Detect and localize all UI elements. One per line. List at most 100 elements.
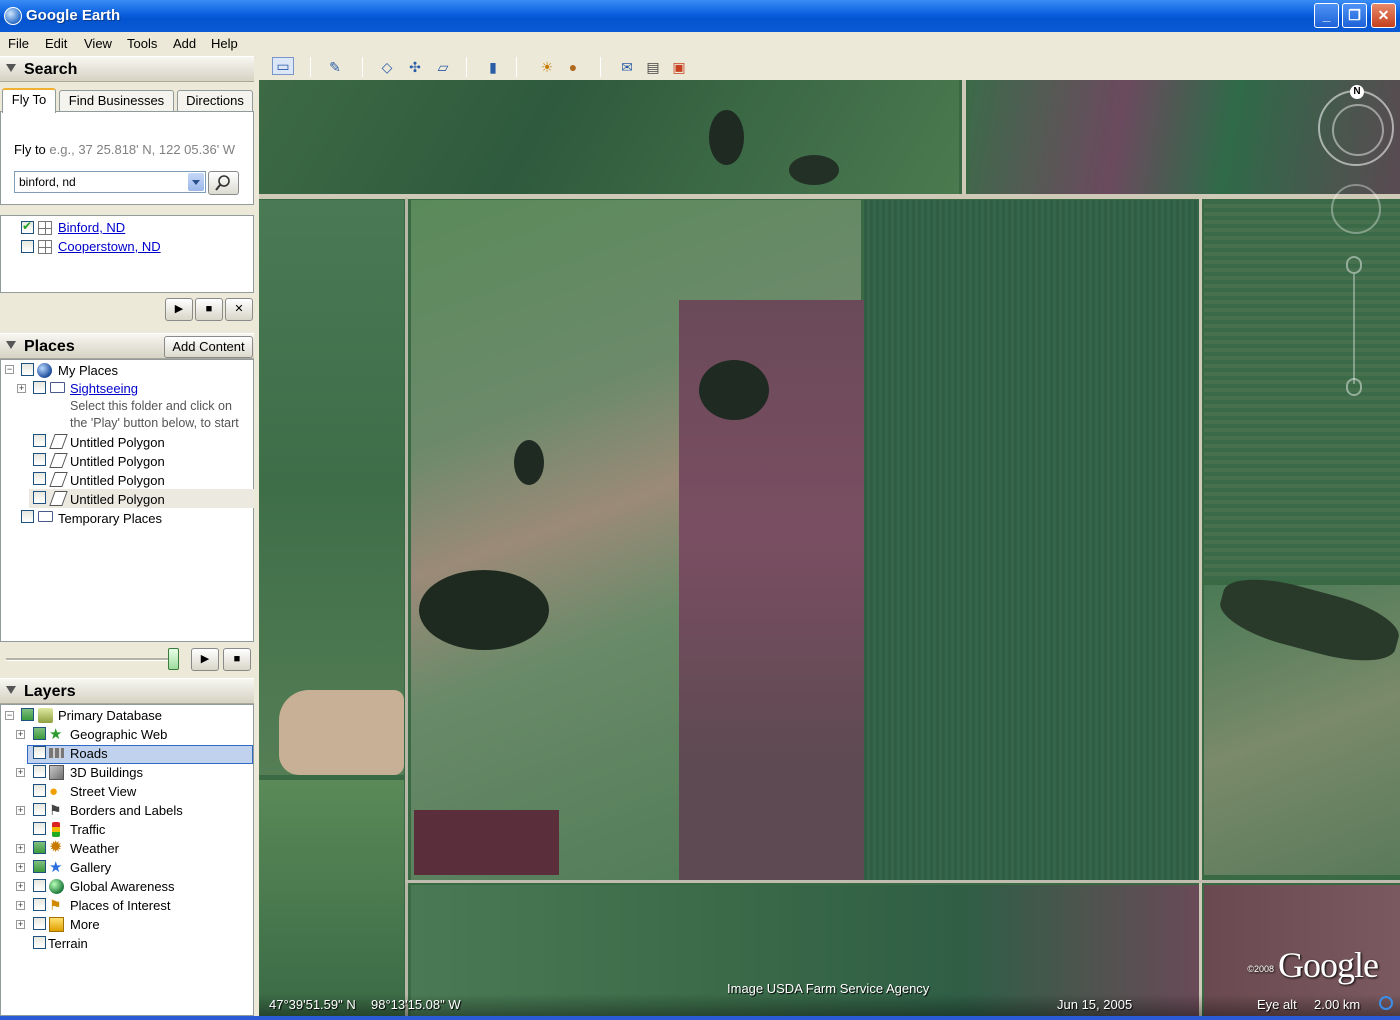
layers-panel-header[interactable]: Layers [0,678,254,704]
search-play-button[interactable]: ▶ [165,298,193,321]
tour-speed-slider-thumb[interactable] [168,648,179,670]
menu-tools[interactable]: Tools [127,36,157,51]
terrain-checkbox[interactable] [33,936,46,949]
layer-terrain[interactable]: Terrain [48,936,88,954]
zoom-track[interactable] [1353,274,1355,384]
expand-expander[interactable]: + [16,730,25,739]
search-clear-button[interactable]: ✕ [225,298,253,321]
layer-street-view[interactable]: Street View [70,784,136,802]
minimize-button[interactable]: _ [1314,3,1339,28]
collapse-triangle-icon[interactable] [6,64,16,72]
collapse-expander[interactable]: − [5,365,14,374]
maximize-button[interactable]: ❐ [1342,3,1367,28]
result-cooperstown[interactable]: Cooperstown, ND [58,239,161,254]
expand-expander[interactable]: + [16,768,25,777]
tree-polygon[interactable]: Untitled Polygon [70,454,165,472]
layer-more[interactable]: More [70,917,100,935]
collapse-triangle-icon[interactable] [6,686,16,694]
expand-expander[interactable]: + [16,806,25,815]
search-panel-header[interactable]: Search [0,56,254,82]
gallery-checkbox[interactable] [33,860,46,873]
placemark-pushpin-icon[interactable]: ✎ [324,57,346,77]
more-checkbox[interactable] [33,917,46,930]
layer-weather[interactable]: Weather [70,841,119,859]
tab-directions[interactable]: Directions [177,90,253,112]
tree-my-places[interactable]: My Places [58,363,118,381]
add-path-icon[interactable]: ✣ [404,57,426,77]
polygon-checkbox[interactable] [33,434,46,447]
expand-expander[interactable]: + [16,863,25,872]
menu-help[interactable]: Help [211,36,238,51]
tab-fly-to[interactable]: Fly To [2,88,56,113]
places-of-interest-checkbox[interactable] [33,898,46,911]
tree-temporary-places[interactable]: Temporary Places [58,511,162,529]
expand-expander[interactable]: + [16,901,25,910]
ruler-icon[interactable]: ▮ [482,57,504,77]
expand-expander[interactable]: + [17,384,26,393]
navigation-compass-ring[interactable] [1318,90,1394,166]
places-play-button[interactable]: ▶ [191,648,219,671]
expand-expander[interactable]: + [16,920,25,929]
borders-labels-checkbox[interactable] [33,803,46,816]
tree-sightseeing[interactable]: Sightseeing [70,381,138,399]
sidebar-toggle-icon[interactable]: ▭ [272,57,294,75]
my-places-checkbox[interactable] [21,363,34,376]
layer-roads[interactable]: Roads [70,746,108,764]
fly-to-input[interactable]: binford, nd [14,171,206,193]
polygon-checkbox[interactable] [33,453,46,466]
add-polygon-icon[interactable]: ◇ [376,57,398,77]
add-content-button[interactable]: Add Content [164,336,253,358]
tour-speed-slider-track[interactable] [6,658,176,661]
close-button[interactable]: ✕ [1371,3,1396,28]
map-view[interactable]: N ©2008 Google Image USDA Farm Service Ag… [259,80,1400,1016]
polygon-checkbox[interactable] [33,491,46,504]
dropdown-arrow-icon[interactable] [188,173,204,191]
layer-primary-database[interactable]: Primary Database [58,708,162,726]
collapse-triangle-icon[interactable] [6,341,16,349]
result-checkbox-binford[interactable] [21,219,34,234]
places-panel-header[interactable]: Places Add Content [0,333,254,359]
expand-expander[interactable]: + [16,882,25,891]
3d-buildings-checkbox[interactable] [33,765,46,778]
sunlight-icon[interactable]: ☀ [536,57,558,77]
global-awareness-checkbox[interactable] [33,879,46,892]
sightseeing-checkbox[interactable] [33,381,46,394]
temporary-places-checkbox[interactable] [21,510,34,523]
zoom-in-icon[interactable] [1346,256,1362,274]
layer-borders-labels[interactable]: Borders and Labels [70,803,183,821]
layer-3d-buildings[interactable]: 3D Buildings [70,765,143,783]
layer-places-of-interest[interactable]: Places of Interest [70,898,170,916]
image-overlay-icon[interactable]: ▱ [432,57,454,77]
traffic-checkbox[interactable] [33,822,46,835]
north-indicator[interactable]: N [1350,85,1364,99]
layer-geographic-web[interactable]: Geographic Web [70,727,167,745]
places-stop-button[interactable]: ■ [223,648,251,671]
print-icon[interactable]: ▤ [642,57,664,77]
tree-polygon[interactable]: Untitled Polygon [70,435,165,453]
menu-edit[interactable]: Edit [45,36,67,51]
weather-checkbox[interactable] [33,841,46,854]
result-binford[interactable]: Binford, ND [58,220,125,235]
collapse-expander[interactable]: − [5,711,14,720]
search-button[interactable] [208,171,239,195]
zoom-out-icon[interactable] [1346,378,1362,396]
geographic-web-checkbox[interactable] [33,727,46,740]
menu-add[interactable]: Add [173,36,196,51]
move-joystick[interactable] [1331,184,1381,234]
result-checkbox-cooperstown[interactable] [21,240,34,253]
zoom-slider[interactable] [1346,256,1362,396]
search-stop-button[interactable]: ■ [195,298,223,321]
sky-planet-icon[interactable]: ● [562,57,584,77]
layer-global-awareness[interactable]: Global Awareness [70,879,175,897]
menu-view[interactable]: View [84,36,112,51]
polygon-checkbox[interactable] [33,472,46,485]
street-view-checkbox[interactable] [33,784,46,797]
primary-database-checkbox[interactable] [21,708,34,721]
roads-checkbox[interactable] [33,746,46,759]
menu-file[interactable]: File [8,36,29,51]
layer-traffic[interactable]: Traffic [70,822,105,840]
layer-gallery[interactable]: Gallery [70,860,111,878]
tree-polygon[interactable]: Untitled Polygon [70,492,165,510]
expand-expander[interactable]: + [16,844,25,853]
email-icon[interactable]: ✉ [616,57,638,77]
